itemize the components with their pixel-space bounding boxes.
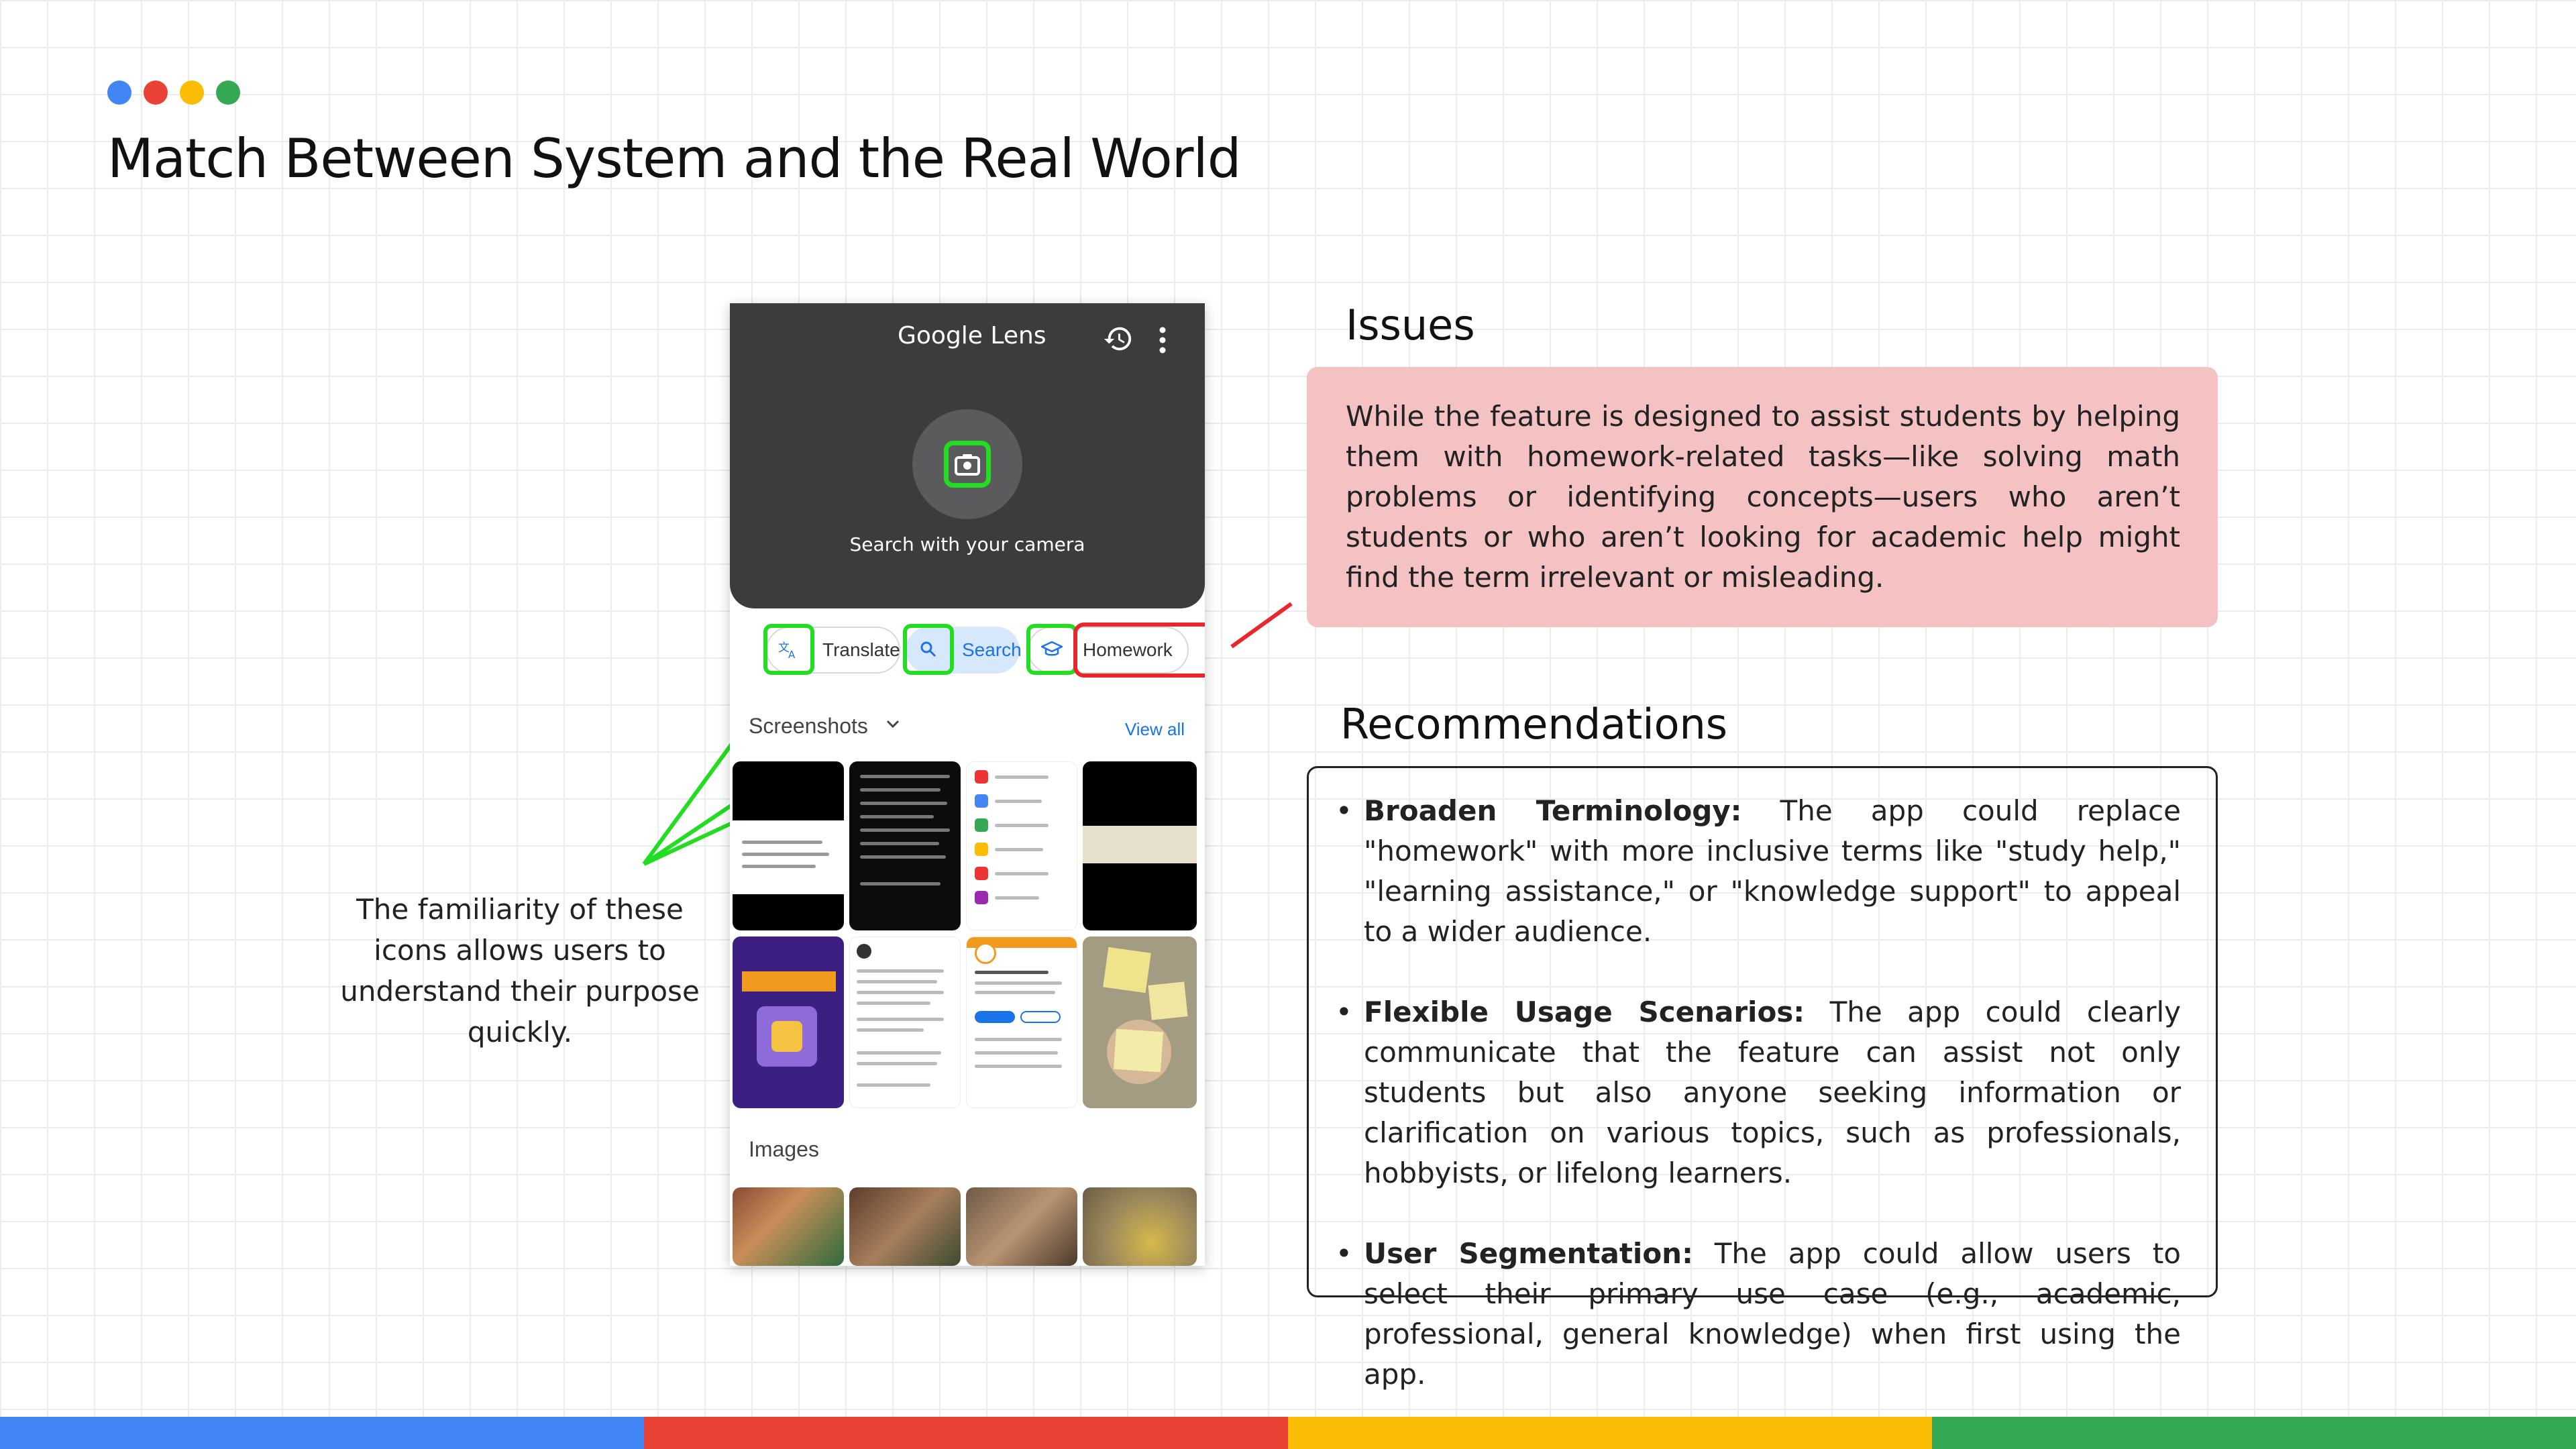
image-thumb-3[interactable]: [966, 1187, 1077, 1266]
view-all-link[interactable]: View all: [1125, 719, 1185, 740]
search-label: Search: [962, 639, 1022, 660]
history-icon[interactable]: [1103, 323, 1134, 354]
issues-box: While the feature is designed to assist …: [1307, 367, 2218, 627]
lens-camera-panel: Google Lens Search with your camera: [730, 303, 1205, 608]
blue-dot: [107, 80, 131, 105]
translate-icon-highlight: 文 A: [763, 624, 814, 675]
more-vert-icon[interactable]: [1156, 325, 1169, 356]
screenshot-thumb-5[interactable]: [733, 936, 844, 1108]
screenshot-thumb-2[interactable]: [849, 761, 961, 930]
search-icon: [920, 641, 936, 657]
homework-label-highlight: [1073, 623, 1205, 678]
graduation-cap-icon: [1041, 641, 1063, 656]
screenshot-thumb-1[interactable]: [733, 761, 844, 930]
screenshot-thumb-8[interactable]: [1083, 936, 1197, 1108]
screenshots-heading: Screenshots: [749, 714, 868, 738]
green-bar-segment: [1932, 1417, 2576, 1449]
homework-issue-line: [1230, 602, 1293, 649]
google-lens-phone-mockup: Google Lens Search with your camera Tran…: [730, 303, 1205, 1266]
red-bar-segment: [644, 1417, 1288, 1449]
recommendation-title: User Segmentation:: [1364, 1237, 1693, 1270]
app-title: Google Lens: [898, 322, 1046, 350]
recommendation-item: Broaden Terminology: The app could repla…: [1336, 791, 2181, 952]
brand-dots: [107, 80, 240, 105]
camera-highlight: [944, 441, 991, 488]
translate-icon: 文 A: [778, 641, 796, 659]
issues-heading: Issues: [1346, 301, 1475, 350]
camera-icon: [955, 454, 980, 476]
slide-title: Match Between System and the Real World: [107, 127, 1242, 190]
recommendation-title: Broaden Terminology:: [1364, 794, 1742, 827]
green-dot: [216, 80, 240, 105]
camera-label: Search with your camera: [849, 533, 1085, 555]
image-thumb-1[interactable]: [733, 1187, 844, 1266]
yellow-dot: [180, 80, 204, 105]
yellow-bar-segment: [1288, 1417, 1932, 1449]
search-icon-highlight: [903, 624, 954, 675]
homework-icon-highlight: [1026, 624, 1077, 675]
recommendation-item: User Segmentation: The app could allow u…: [1336, 1234, 2181, 1395]
translate-label: Translate: [822, 639, 900, 660]
issues-text: While the feature is designed to assist …: [1346, 400, 2180, 594]
familiarity-caption: The familiarity of these icons allows us…: [340, 893, 700, 1049]
brand-color-bar: [0, 1417, 2576, 1449]
red-dot: [144, 80, 168, 105]
recommendations-box: Broaden Terminology: The app could repla…: [1307, 766, 2218, 1391]
recommendation-title: Flexible Usage Scenarios:: [1364, 996, 1805, 1028]
recommendations-heading: Recommendations: [1340, 700, 1728, 749]
screenshot-thumb-4[interactable]: [1083, 761, 1197, 930]
camera-search-button[interactable]: [912, 409, 1022, 519]
image-thumb-2[interactable]: [849, 1187, 961, 1266]
blue-bar-segment: [0, 1417, 644, 1449]
images-heading: Images: [749, 1137, 819, 1161]
recommendation-item: Flexible Usage Scenarios: The app could …: [1336, 992, 2181, 1193]
svg-text:A: A: [788, 649, 796, 659]
image-thumb-4[interactable]: [1083, 1187, 1197, 1266]
screenshot-thumb-3[interactable]: [966, 761, 1077, 930]
screenshot-thumb-6[interactable]: [849, 936, 961, 1108]
chevron-down-icon[interactable]: [884, 717, 902, 731]
screenshot-thumb-7[interactable]: [966, 936, 1077, 1108]
